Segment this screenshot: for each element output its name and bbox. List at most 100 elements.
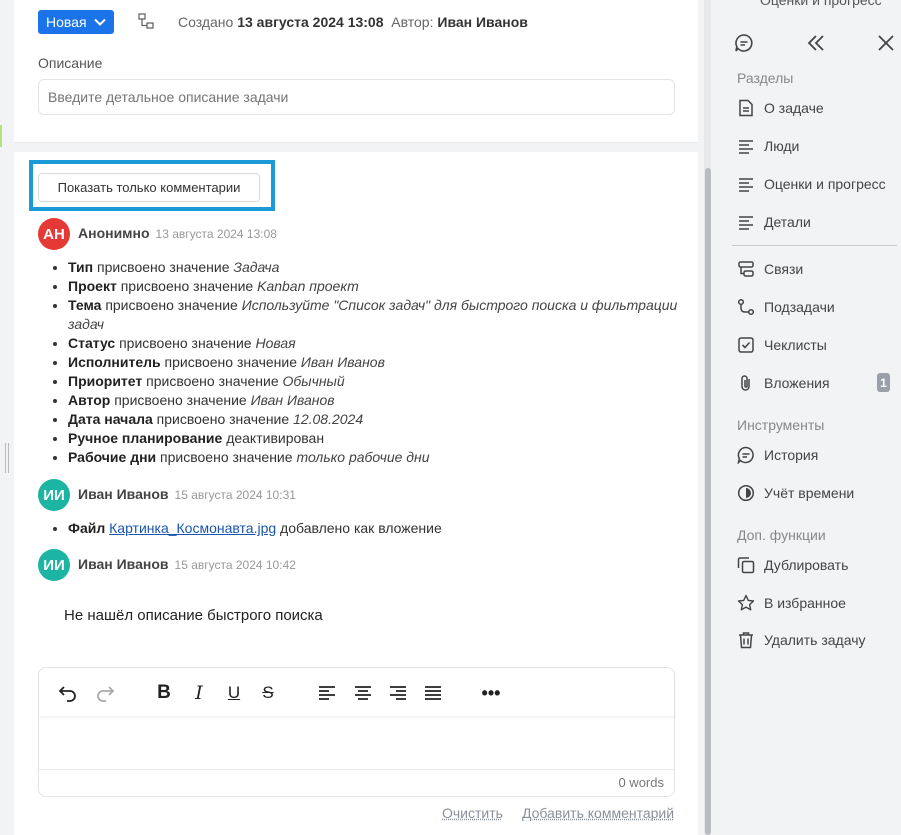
task-meta: Создано 13 августа 2024 13:08 Автор: Ива… — [178, 14, 528, 30]
created-date: 13 августа 2024 13:08 — [237, 14, 384, 30]
star-icon — [737, 594, 755, 611]
entry-timestamp: 15 августа 2024 10:31 — [174, 488, 296, 502]
sidebar-item-delete[interactable]: Удалить задачу — [737, 629, 897, 651]
show-comments-only-button[interactable]: Показать только комментарии — [38, 173, 260, 202]
sidebar-item-label: Люди — [764, 138, 800, 154]
status-label: Новая — [46, 14, 87, 30]
comment-input-area[interactable] — [39, 718, 674, 770]
sidebar-item-subtasks[interactable]: Подзадачи — [737, 296, 897, 318]
entry-timestamp: 13 августа 2024 13:08 — [155, 227, 277, 241]
timer-icon — [737, 484, 755, 502]
change-item: Тема присвоено значение Используйте "Спи… — [68, 296, 678, 334]
sidebar-item-estimates[interactable]: Оценки и прогресс — [737, 173, 897, 195]
word-count: 0 words — [618, 775, 664, 790]
avatar: АН — [38, 218, 70, 250]
strikethrough-icon[interactable]: S — [257, 682, 279, 704]
change-item: Автор присвоено значение Иван Иванов — [68, 391, 678, 410]
sidebar-item-label: О задаче — [764, 100, 824, 116]
links-icon — [738, 261, 754, 277]
entry-author: Иван Иванов 15 августа 2024 10:42 — [78, 556, 296, 572]
sidebar-partial-label: Оценки и прогресс — [760, 0, 882, 8]
align-justify-icon[interactable] — [422, 682, 444, 704]
paperclip-icon — [741, 375, 750, 391]
checklist-icon — [738, 337, 754, 353]
sidebar-item-label: Чеклисты — [764, 337, 827, 353]
comments-icon[interactable] — [734, 33, 754, 53]
change-list: Тип присвоено значение Задача Проект при… — [68, 258, 678, 467]
entry-timestamp: 15 августа 2024 10:42 — [174, 558, 296, 572]
lines-icon — [739, 140, 753, 154]
extra-title: Доп. функции — [737, 527, 826, 543]
sidebar-item-duplicate[interactable]: Дублировать — [737, 554, 897, 576]
change-item: Ручное планирование деактивирован — [68, 429, 678, 448]
author-name: Иван Иванов — [78, 486, 169, 502]
comment-editor: B I U S ••• 0 words — [38, 667, 675, 797]
sidebar-item-label: Учёт времени — [764, 485, 855, 501]
status-dropdown[interactable]: Новая — [38, 10, 114, 34]
avatar: ИИ — [38, 479, 70, 511]
sidebar-item-favorite[interactable]: В избранное — [737, 592, 897, 614]
sidebar-item-label: Связи — [764, 261, 804, 277]
trash-icon — [739, 632, 753, 649]
change-item: Приоритет присвоено значение Обычный — [68, 372, 678, 391]
chevron-down-icon — [94, 18, 106, 26]
avatar: ИИ — [38, 549, 70, 581]
undo-icon[interactable] — [57, 682, 79, 704]
sidebar-divider — [732, 245, 897, 246]
sidebar-item-time-tracking[interactable]: Учёт времени — [737, 482, 897, 504]
italic-icon[interactable]: I — [188, 682, 210, 704]
entry-author: Анонимно 13 августа 2024 13:08 — [78, 225, 277, 241]
change-item: Статус присвоено значение Новая — [68, 334, 678, 353]
sidebar-item-label: Оценки и прогресс — [764, 176, 886, 192]
change-item: Рабочие дни присвоено значение только ра… — [68, 448, 678, 467]
clear-button[interactable]: Очистить — [442, 805, 503, 821]
collapse-double-chevron-icon[interactable] — [806, 33, 826, 53]
history-icon — [737, 446, 754, 464]
align-left-icon[interactable] — [316, 682, 338, 704]
sidebar-item-attachments[interactable]: Вложения 1 — [737, 372, 897, 394]
duplicate-icon — [737, 557, 755, 574]
close-icon[interactable] — [876, 33, 896, 53]
created-prefix: Создано — [178, 14, 234, 30]
align-right-icon[interactable] — [387, 682, 409, 704]
more-options-icon[interactable]: ••• — [480, 682, 502, 704]
resize-grip[interactable] — [5, 443, 9, 473]
align-center-icon[interactable] — [352, 682, 374, 704]
sidebar-item-people[interactable]: Люди — [737, 135, 897, 157]
bold-icon[interactable]: B — [153, 682, 175, 704]
change-item: Дата начала присвоено значение 12.08.202… — [68, 410, 678, 429]
change-item: Тип присвоено значение Задача — [68, 258, 678, 277]
sidebar-item-label: В избранное — [764, 595, 846, 611]
description-label: Описание — [38, 55, 103, 71]
sidebar-item-details[interactable]: Детали — [737, 211, 897, 233]
sidebar-item-history[interactable]: История — [737, 444, 897, 466]
lines-icon — [739, 178, 753, 192]
subtasks-icon — [737, 298, 755, 316]
sidebar-item-links[interactable]: Связи — [737, 258, 897, 280]
author-name: Иван Иванов — [437, 14, 528, 30]
document-icon — [739, 99, 753, 117]
description-input[interactable] — [38, 79, 675, 115]
add-comment-button[interactable]: Добавить комментарий — [522, 805, 674, 821]
sidebar-item-label: Детали — [764, 214, 811, 230]
sidebar-item-label: Удалить задачу — [764, 632, 866, 648]
editor-toolbar: B I U S ••• — [39, 668, 674, 716]
scrollbar-thumb[interactable] — [705, 168, 711, 835]
redo-icon[interactable] — [94, 682, 116, 704]
sidebar-item-label: Подзадачи — [764, 299, 835, 315]
left-edge-marker — [0, 125, 2, 147]
sections-title: Разделы — [737, 70, 794, 86]
sidebar-item-about[interactable]: О задаче — [737, 97, 897, 119]
author-prefix: Автор: — [391, 14, 434, 30]
comment-text: Не нашёл описание быстрого поиска — [64, 607, 323, 624]
hierarchy-icon[interactable] — [138, 13, 154, 29]
author-name: Иван Иванов — [78, 556, 169, 572]
author-name: Анонимно — [78, 225, 150, 241]
change-list: Файл Картинка_Космонавта.jpg добавлено к… — [68, 519, 678, 538]
attachment-link[interactable]: Картинка_Космонавта.jpg — [109, 520, 276, 536]
underline-icon[interactable]: U — [223, 682, 245, 704]
change-item: Проект присвоено значение Kanban проект — [68, 277, 678, 296]
sidebar-item-checklists[interactable]: Чеклисты — [737, 334, 897, 356]
attachments-count-badge: 1 — [877, 373, 890, 392]
sidebar-item-label: Дублировать — [764, 557, 849, 573]
